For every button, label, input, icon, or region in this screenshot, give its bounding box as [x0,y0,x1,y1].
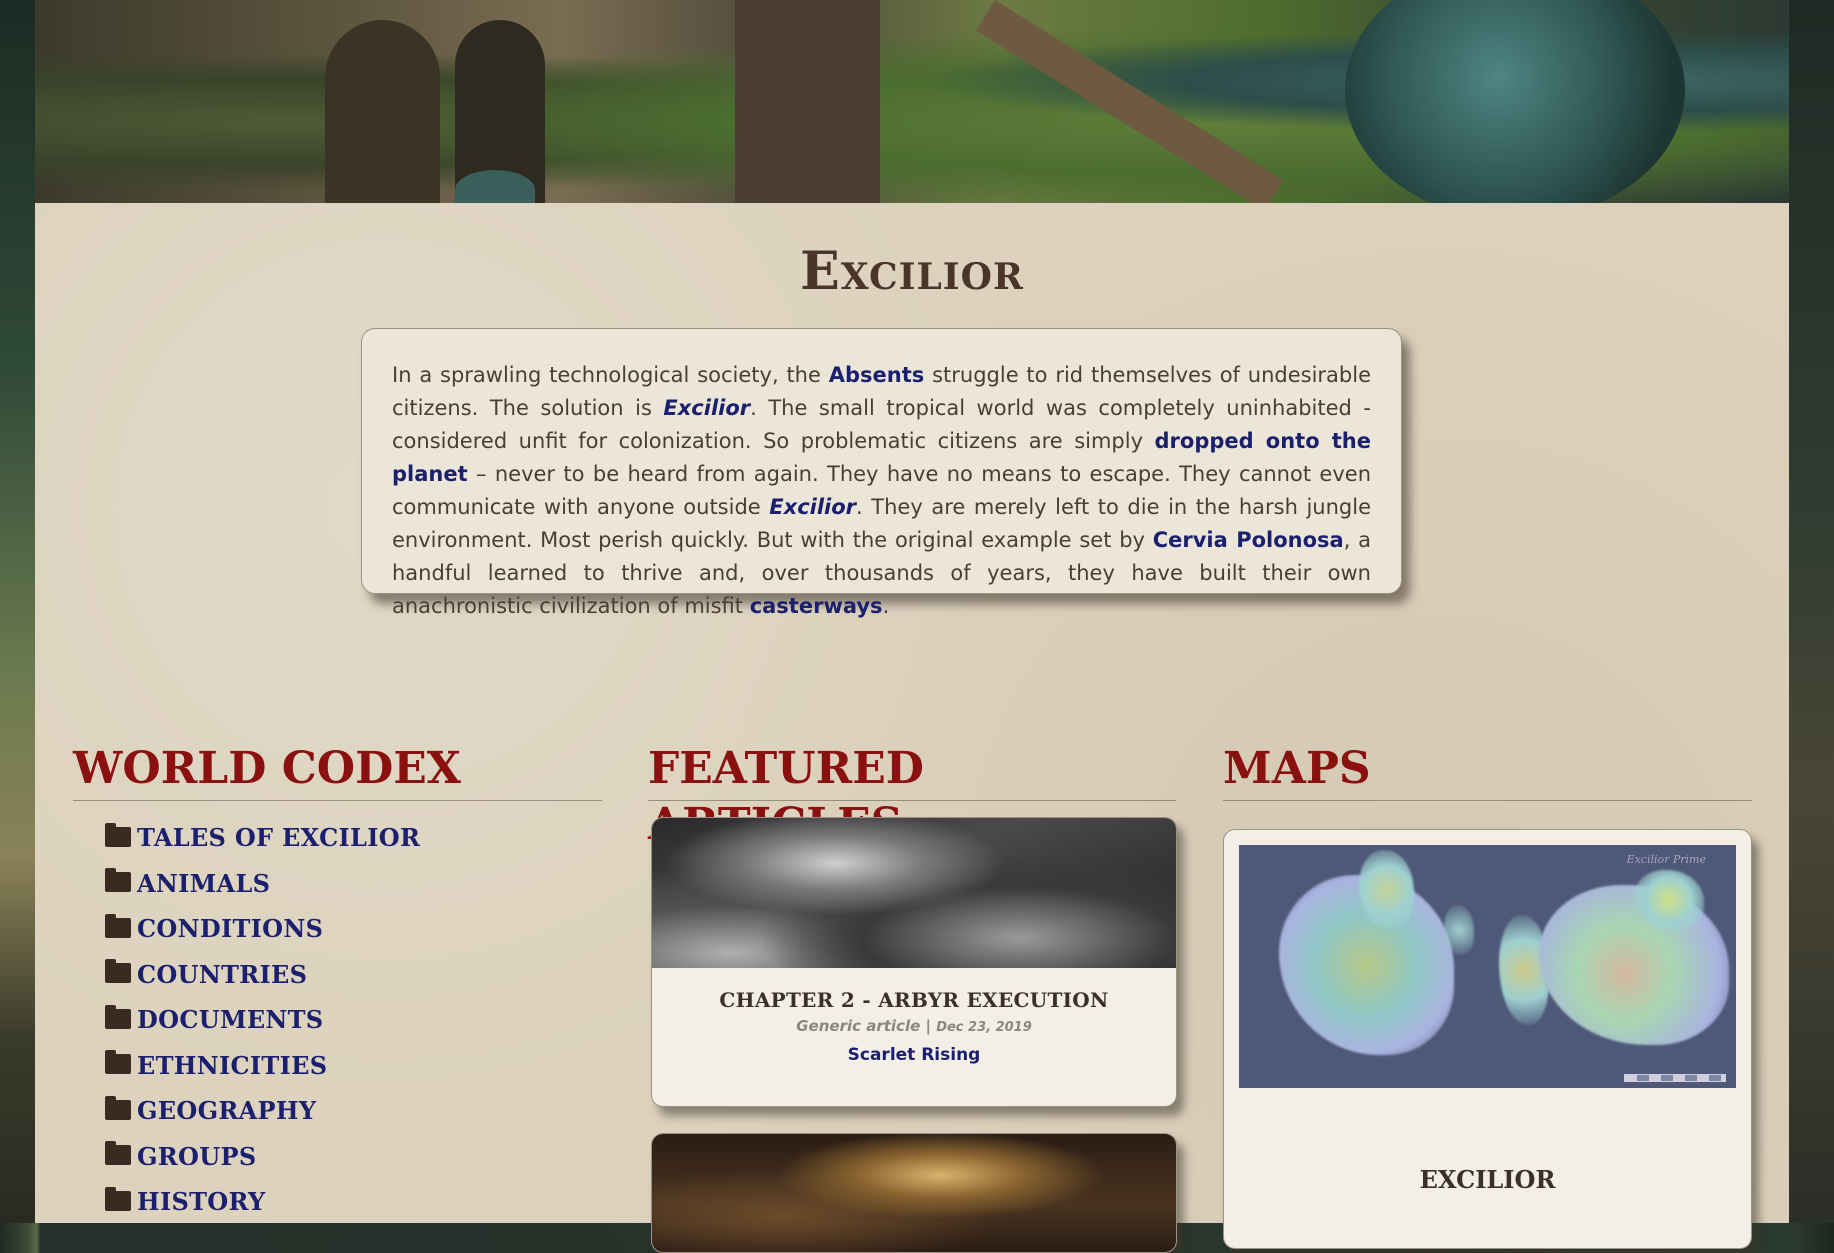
codex-item-label[interactable]: HISTORY [137,1187,265,1216]
article-category-link[interactable]: Scarlet Rising [652,1045,1176,1065]
main-content: Excilior In a sprawling technological so… [35,203,1789,1253]
codex-item-label[interactable]: ETHNICITIES [137,1051,327,1080]
link-absents[interactable]: Absents [829,363,925,387]
link-casterways[interactable]: casterways [750,594,883,618]
map-card[interactable]: Excilior Prime EXCILIOR [1223,829,1752,1249]
codex-item-ethnicities[interactable]: ETHNICITIES [105,1043,420,1089]
link-cervia-polonosa[interactable]: Cervia Polonosa [1153,528,1344,552]
article-meta: Generic article | Dec 23, 2019 [652,1017,1176,1035]
codex-item-label[interactable]: ANIMALS [137,869,270,898]
folder-icon [105,1004,131,1029]
folder-icon [105,1186,131,1211]
codex-item-label[interactable]: TALES OF EXCILIOR [137,823,420,852]
codex-item-documents[interactable]: DOCUMENTS [105,997,420,1043]
header-banner-image [35,0,1789,220]
codex-item-history[interactable]: HISTORY [105,1179,420,1225]
map-caption[interactable]: EXCILIOR [1224,1165,1751,1194]
folder-icon [105,913,131,938]
background-left [0,0,35,1223]
codex-item-animals[interactable]: ANIMALS [105,861,420,907]
article-card-2[interactable] [651,1133,1177,1253]
folder-icon [105,822,131,847]
article-image [652,818,1176,968]
codex-item-geography[interactable]: GEOGRAPHY [105,1088,420,1134]
folder-icon [105,1095,131,1120]
codex-item-countries[interactable]: COUNTRIES [105,952,420,998]
world-title: Excilior [800,241,1024,302]
folder-icon [105,959,131,984]
codex-item-label[interactable]: GROUPS [137,1142,256,1171]
world-codex-heading: WORLD CODEX [73,741,602,801]
link-excilior[interactable]: Excilior [769,495,856,519]
map-scale-bar [1624,1074,1726,1082]
codex-item-label[interactable]: DOCUMENTS [137,1005,323,1034]
article-image [652,1134,1176,1252]
article-card[interactable]: CHAPTER 2 - ARBYR EXECUTION Generic arti… [651,817,1177,1107]
intro-text: In a sprawling technological society, th… [392,363,829,387]
codex-item-label[interactable]: GEOGRAPHY [137,1096,316,1125]
article-date: Dec 23, 2019 [936,1020,1032,1035]
map-stamp-text: Excilior Prime [1626,853,1706,866]
codex-item-label[interactable]: COUNTRIES [137,960,307,989]
codex-item-groups[interactable]: GROUPS [105,1134,420,1180]
intro-panel: In a sprawling technological society, th… [361,328,1402,618]
article-title[interactable]: CHAPTER 2 - ARBYR EXECUTION [652,988,1176,1012]
folder-icon [105,1141,131,1166]
folder-icon [105,1050,131,1075]
article-type: Generic article | [796,1017,937,1035]
featured-articles-heading: FEATURED ARTICLES [648,741,1176,850]
codex-item-tales-of-excilior[interactable]: TALES OF EXCILIOR [105,815,420,861]
map-image[interactable]: Excilior Prime [1239,845,1736,1088]
codex-list: TALES OF EXCILIOR ANIMALS CONDITIONS COU… [105,815,420,1225]
intro-text: . [882,594,890,618]
background-right [1789,0,1834,1223]
maps-heading: MAPS [1223,741,1752,801]
link-excilior[interactable]: Excilior [663,396,750,420]
codex-item-label[interactable]: CONDITIONS [137,914,323,943]
folder-icon [105,868,131,893]
codex-item-conditions[interactable]: CONDITIONS [105,906,420,952]
